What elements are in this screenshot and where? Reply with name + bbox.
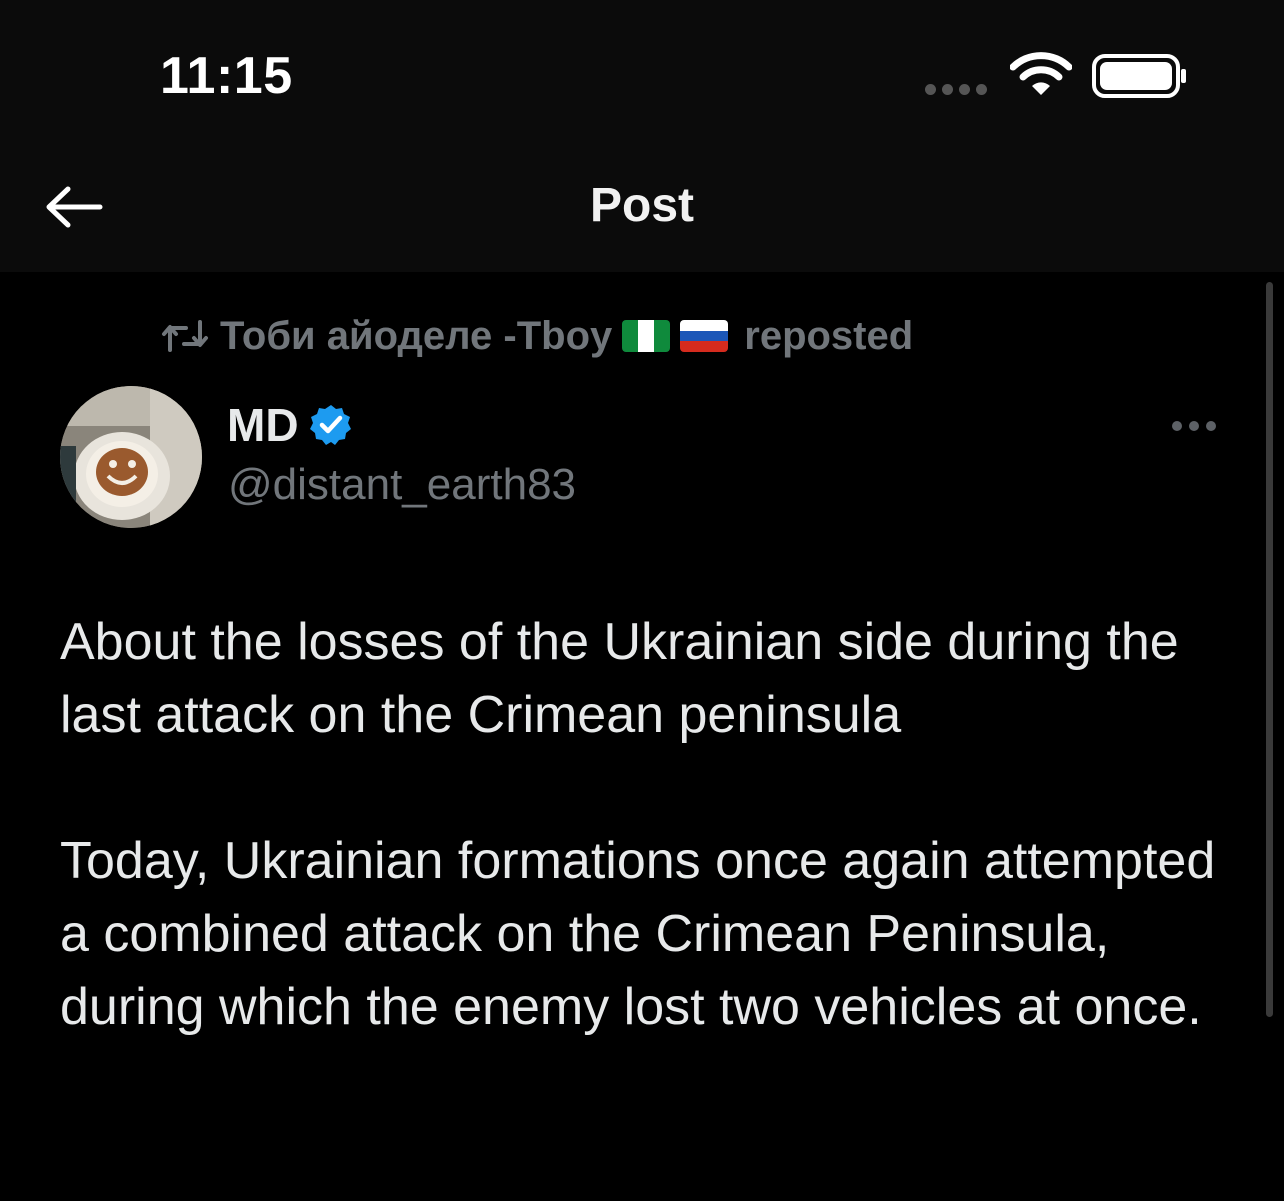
- cellular-signal-icon: [925, 84, 987, 95]
- more-options-icon[interactable]: [1172, 414, 1222, 438]
- latte-art-avatar-image: [60, 386, 202, 528]
- nav-bar: Post: [0, 140, 1284, 272]
- page-title: Post: [589, 179, 694, 232]
- repost-indicator[interactable]: Тоби айоделе -Тboy reposted: [160, 308, 913, 364]
- status-time: 11:15: [160, 47, 293, 105]
- battery-icon: [1092, 54, 1186, 98]
- wifi-icon: [1010, 52, 1072, 95]
- author-name-row[interactable]: MD: [227, 398, 353, 452]
- repost-label: reposted: [744, 313, 914, 358]
- author-handle[interactable]: @distant_earth83: [228, 460, 576, 510]
- post-paragraph: Today, Ukrainian formations once again a…: [60, 832, 1216, 1036]
- display-name[interactable]: MD: [227, 398, 299, 452]
- post-body: About the losses of the Ukrainian side d…: [60, 606, 1230, 1044]
- nigeria-flag-icon: [622, 320, 671, 352]
- status-bar: 11:15: [0, 0, 1284, 140]
- repost-icon: [162, 320, 208, 352]
- post-paragraph: About the losses of the Ukrainian side d…: [60, 613, 1179, 744]
- russia-flag-icon: [680, 320, 729, 352]
- verified-badge-icon: [309, 405, 351, 445]
- reposter-name[interactable]: Тоби айоделе -Тboy: [220, 314, 612, 359]
- avatar[interactable]: [60, 386, 202, 528]
- scrollbar[interactable]: [1266, 282, 1273, 1017]
